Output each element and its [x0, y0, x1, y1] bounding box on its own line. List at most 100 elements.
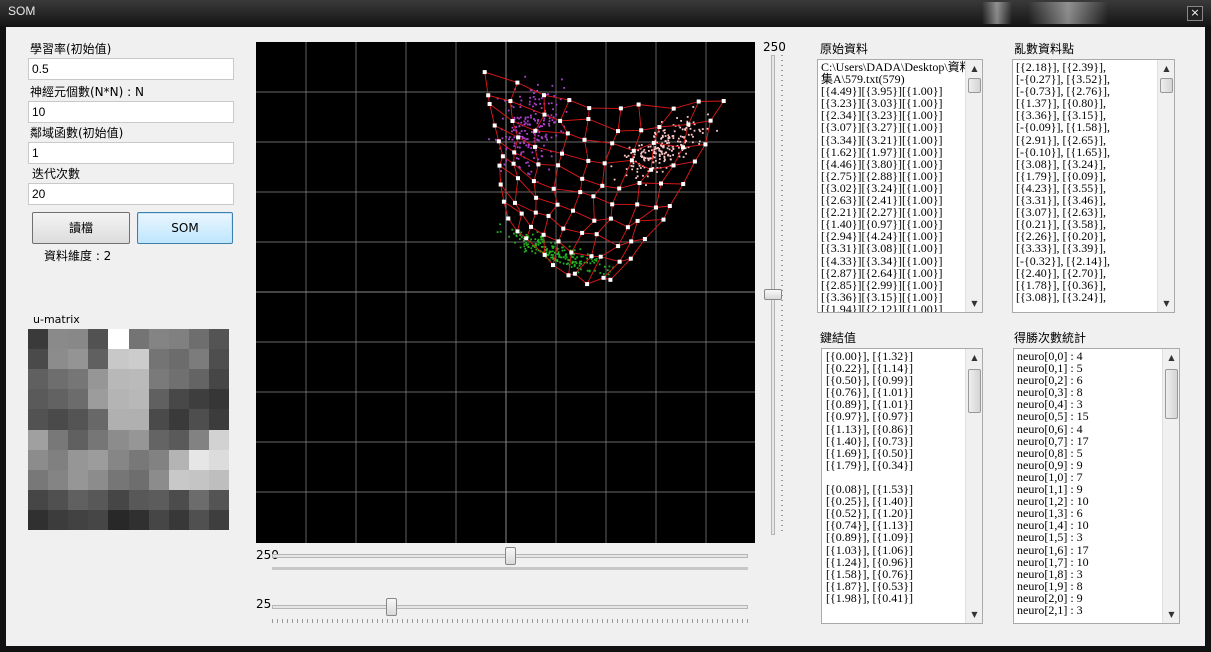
list-line[interactable]: neuro[1,8] : 3	[1017, 568, 1089, 580]
bottom-slider1-thumb[interactable]	[505, 547, 516, 565]
raw-data-list[interactable]: C:\Users\DADA\Desktop\資料 集A\579.txt(579)[…	[817, 59, 983, 313]
data-point	[642, 174, 644, 177]
data-point	[692, 141, 694, 144]
list-line[interactable]: [{3.08}], [{3.24}],	[1016, 291, 1110, 303]
list-line[interactable]: [{2.91}], [{2.65}],	[1016, 133, 1110, 145]
data-point	[625, 156, 628, 158]
scroll-thumb[interactable]	[968, 369, 981, 413]
list-line[interactable]: [{1.62}][{1.97}][{1.00}]	[821, 146, 972, 158]
list-line[interactable]: neuro[1,6] : 17	[1017, 543, 1089, 555]
list-line[interactable]: [-{0.09}], [{1.58}],	[1016, 121, 1110, 133]
title-bar[interactable]: SOM ×	[0, 0, 1211, 26]
list-line[interactable]: [{4.33}][{3.34}][{1.00}]	[821, 254, 972, 266]
data-point	[536, 138, 538, 141]
win-count-scrollbar[interactable]: ▲ ▼	[1162, 349, 1179, 623]
som-button[interactable]: SOM	[137, 212, 233, 244]
data-point	[667, 139, 670, 142]
scroll-thumb[interactable]	[1160, 78, 1173, 93]
list-line[interactable]: neuro[1,7] : 10	[1017, 555, 1089, 567]
data-point	[649, 157, 652, 160]
list-line[interactable]: [{1.58}], [{0.76}]	[826, 568, 913, 580]
random-points-list[interactable]: [{2.18}], [{2.39}], [-{0.27}], [{3.52}],[…	[1012, 59, 1175, 313]
list-line[interactable]: [{3.34}][{3.21}][{1.00}]	[821, 133, 972, 145]
som-neuron	[542, 112, 547, 117]
scroll-down-icon[interactable]: ▼	[966, 295, 982, 312]
data-point	[524, 129, 526, 132]
list-line[interactable]: [{2.40}], [{2.70}],	[1016, 266, 1110, 278]
learning-rate-input[interactable]: 0.5	[28, 58, 234, 80]
som-edge	[655, 183, 662, 208]
neurons-input[interactable]: 10	[28, 101, 234, 123]
list-line[interactable]: neuro[0,7] : 17	[1017, 435, 1089, 447]
iterations-input[interactable]: 20	[28, 183, 234, 205]
bottom-slider1[interactable]	[272, 545, 748, 573]
som-neuron	[635, 202, 640, 207]
bottom-slider2[interactable]	[272, 595, 748, 623]
list-line[interactable]: [{3.31}][{3.08}][{1.00}]	[821, 242, 972, 254]
list-line[interactable]: neuro[2,1] : 3	[1017, 604, 1089, 616]
list-line[interactable]: [{0.89}], [{1.09}]	[826, 531, 913, 543]
neighborhood-input[interactable]: 1	[28, 142, 234, 164]
read-file-button[interactable]: 讀檔	[32, 212, 130, 244]
data-point	[639, 167, 642, 169]
list-line[interactable]: [-{0.32}], [{2.14}],	[1016, 254, 1110, 266]
scroll-thumb[interactable]	[968, 78, 981, 93]
list-line[interactable]: [{1.24}], [{0.96}]	[826, 555, 913, 567]
list-line[interactable]: [{1.94}][{2.12}][{1.00}]	[821, 303, 972, 312]
scroll-down-icon[interactable]: ▼	[966, 606, 982, 623]
umatrix-cell	[128, 329, 149, 350]
list-line[interactable]: [{1.78}], [{0.36}],	[1016, 279, 1110, 291]
list-line[interactable]: [{1.40}], [{0.73}]	[826, 435, 913, 447]
scroll-thumb[interactable]	[1165, 369, 1178, 419]
som-edge	[698, 100, 724, 102]
list-line[interactable]: neuro[0,5] : 15	[1017, 410, 1089, 422]
data-point	[662, 146, 665, 148]
random-points-scrollbar[interactable]: ▲ ▼	[1157, 60, 1174, 312]
bottom-slider2-thumb[interactable]	[386, 598, 397, 616]
data-point	[672, 148, 675, 150]
close-button[interactable]: ×	[1187, 6, 1203, 21]
scroll-down-icon[interactable]: ▼	[1158, 295, 1174, 312]
data-point	[524, 248, 527, 250]
som-neuron	[516, 176, 520, 181]
som-neuron	[589, 254, 594, 259]
umatrix-cell	[48, 489, 69, 510]
right-slider-thumb[interactable]	[764, 289, 782, 300]
list-line[interactable]: [{1.13}], [{0.86}]	[826, 422, 913, 434]
scroll-up-icon[interactable]: ▲	[1158, 60, 1174, 77]
som-neuron	[482, 70, 487, 75]
data-point	[540, 107, 543, 109]
data-point	[550, 136, 553, 139]
weights-scrollbar[interactable]: ▲ ▼	[965, 349, 982, 623]
som-neuron	[569, 250, 574, 255]
list-line[interactable]: neuro[1,5] : 3	[1017, 531, 1089, 543]
umatrix-cell	[68, 389, 89, 410]
raw-data-scrollbar[interactable]: ▲ ▼	[965, 60, 982, 312]
scroll-up-icon[interactable]: ▲	[966, 349, 982, 366]
list-line[interactable]: [{0.97}], [{0.97}]	[826, 410, 913, 422]
data-point	[655, 160, 657, 162]
weights-list[interactable]: [{0.00}], [{1.32}] [{0.22}], [{1.14}] [{0.…	[821, 348, 983, 624]
som-plot	[256, 42, 755, 543]
data-point	[679, 126, 682, 129]
data-point	[562, 256, 565, 259]
list-line[interactable]: [{2.87}][{2.64}][{1.00}]	[821, 266, 972, 278]
data-point	[565, 111, 568, 113]
list-line[interactable]: [{1.79}], [{0.34}]	[826, 459, 913, 471]
list-line[interactable]: [{2.85}][{2.99}][{1.00}]	[821, 279, 972, 291]
list-line[interactable]: [{3.07}][{3.27}][{1.00}]	[821, 121, 972, 133]
scroll-down-icon[interactable]: ▼	[1163, 606, 1179, 623]
list-line[interactable]: [{3.33}], [{3.39}],	[1016, 242, 1110, 254]
list-line[interactable]: [{1.98}], [{0.41}]	[826, 592, 913, 604]
som-edge	[581, 160, 589, 179]
list-line[interactable]: [{1.03}], [{1.06}]	[826, 543, 913, 555]
list-line[interactable]: neuro[0,6] : 4	[1017, 422, 1089, 434]
right-slider[interactable]	[762, 55, 788, 535]
list-line[interactable]: [-{0.10}], [{1.65}],	[1016, 146, 1110, 158]
scroll-up-icon[interactable]: ▲	[1163, 349, 1179, 366]
data-point	[561, 78, 563, 81]
scroll-up-icon[interactable]: ▲	[966, 60, 982, 77]
som-neuron	[542, 93, 546, 98]
win-count-list[interactable]: neuro[0,0] : 4 neuro[0,1] : 5 neuro[0,2] :…	[1013, 348, 1180, 624]
data-point	[643, 159, 646, 162]
